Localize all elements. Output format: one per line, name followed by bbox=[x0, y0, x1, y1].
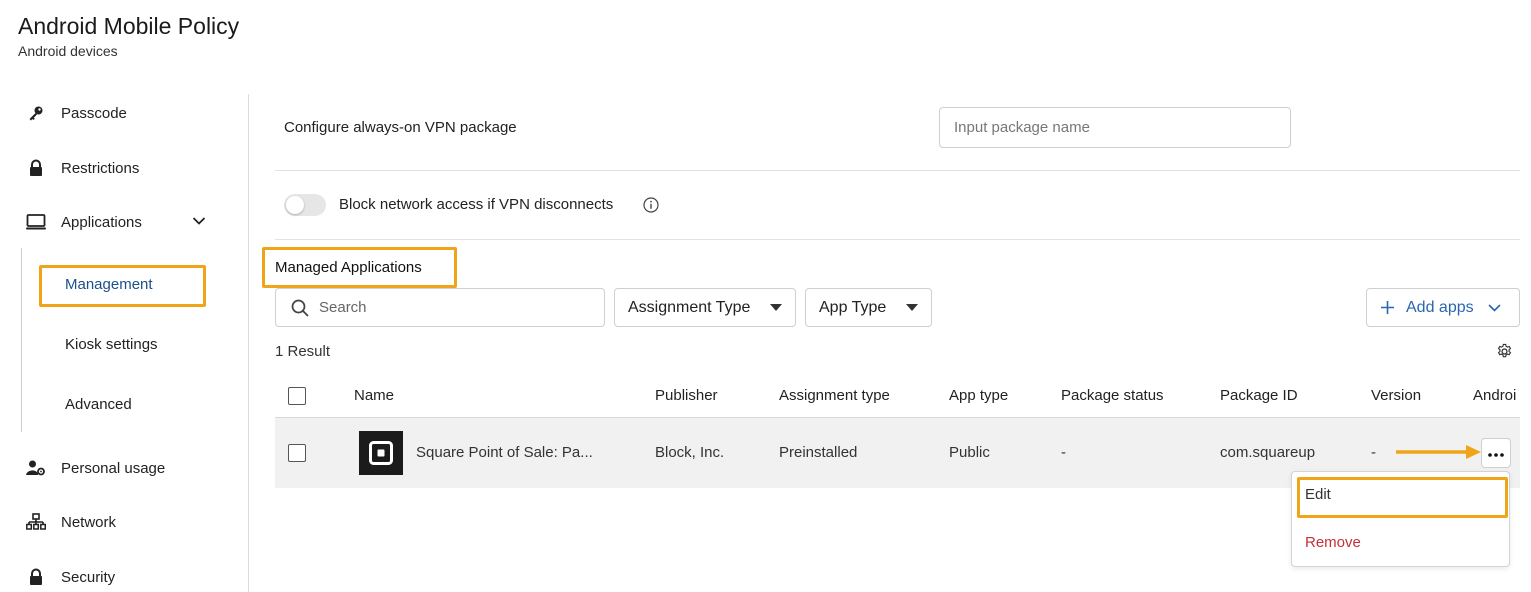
sidebar-item-label: Security bbox=[61, 568, 116, 586]
app-package-id: com.squareup bbox=[1220, 444, 1316, 461]
column-header-name[interactable]: Name bbox=[354, 387, 394, 404]
chevron-down-icon[interactable] bbox=[192, 213, 206, 231]
sidebar-subitem-management[interactable]: Management bbox=[65, 276, 153, 293]
sidebar-item-personal-usage[interactable]: Personal usage bbox=[26, 456, 165, 480]
info-icon[interactable] bbox=[643, 197, 659, 218]
sidebar-item-label: Network bbox=[61, 513, 117, 531]
search-icon bbox=[291, 299, 309, 317]
menu-item-edit[interactable]: Edit bbox=[1305, 486, 1331, 503]
column-header-package-status[interactable]: Package status bbox=[1061, 387, 1164, 404]
column-header-assignment-type[interactable]: Assignment type bbox=[779, 387, 890, 404]
add-apps-button[interactable]: Add apps bbox=[1366, 288, 1520, 327]
submenu-line bbox=[21, 248, 22, 432]
section-title-managed-apps: Managed Applications bbox=[275, 259, 422, 276]
column-header-app-type[interactable]: App type bbox=[949, 387, 1008, 404]
arrow-right-icon bbox=[1396, 444, 1482, 465]
block-network-label: Block network access if VPN disconnects bbox=[339, 196, 614, 213]
sidebar-item-label: Passcode bbox=[61, 104, 127, 122]
sidebar-item-network[interactable]: Network bbox=[26, 510, 116, 534]
sidebar-item-applications[interactable]: Applications bbox=[26, 210, 142, 234]
sidebar-divider bbox=[248, 94, 249, 592]
sidebar-item-label: Personal usage bbox=[61, 459, 166, 477]
menu-item-remove[interactable]: Remove bbox=[1305, 534, 1361, 551]
column-header-publisher[interactable]: Publisher bbox=[655, 387, 718, 404]
column-header-version[interactable]: Version bbox=[1371, 387, 1421, 404]
chevron-down-icon bbox=[1488, 303, 1501, 312]
column-header-android[interactable]: Androi bbox=[1473, 387, 1520, 404]
lock-icon bbox=[26, 158, 46, 178]
add-apps-label: Add apps bbox=[1406, 298, 1474, 316]
sidebar-item-restrictions[interactable]: Restrictions bbox=[26, 156, 139, 180]
assignment-type-filter[interactable]: Assignment Type bbox=[614, 288, 796, 327]
sidebar-item-label: Restrictions bbox=[61, 159, 140, 177]
app-name[interactable]: Square Point of Sale: Pa... bbox=[416, 444, 593, 461]
network-icon bbox=[26, 512, 46, 532]
row-action-menu: Edit Remove bbox=[1291, 471, 1510, 567]
row-checkbox[interactable] bbox=[288, 444, 306, 462]
sidebar-item-security[interactable]: Security bbox=[26, 565, 115, 589]
caret-down-icon bbox=[770, 299, 782, 317]
sidebar-subitem-advanced[interactable]: Advanced bbox=[65, 396, 132, 413]
sidebar-item-passcode[interactable]: Passcode bbox=[26, 101, 127, 125]
key-icon bbox=[26, 103, 46, 123]
select-all-checkbox[interactable] bbox=[288, 387, 306, 405]
divider bbox=[275, 239, 1520, 240]
search-box[interactable] bbox=[275, 288, 605, 327]
app-type: Public bbox=[949, 444, 990, 461]
page-header: Android Mobile Policy Android devices bbox=[18, 12, 239, 59]
monitor-icon bbox=[26, 212, 46, 232]
app-version: - bbox=[1371, 444, 1376, 461]
more-horizontal-icon bbox=[1488, 444, 1504, 462]
result-count: 1 Result bbox=[275, 343, 331, 360]
search-input[interactable] bbox=[319, 299, 579, 316]
user-gear-icon bbox=[26, 458, 46, 478]
dropdown-label: App Type bbox=[819, 298, 887, 316]
sidebar-item-label: Applications bbox=[61, 213, 142, 231]
gear-icon[interactable] bbox=[1496, 343, 1513, 365]
vpn-package-input[interactable] bbox=[939, 107, 1291, 148]
app-type-filter[interactable]: App Type bbox=[805, 288, 932, 327]
toggle-knob bbox=[286, 196, 304, 214]
app-logo-square bbox=[359, 431, 403, 475]
vpn-package-label: Configure always-on VPN package bbox=[284, 119, 517, 136]
dropdown-label: Assignment Type bbox=[628, 298, 751, 316]
column-header-package-id[interactable]: Package ID bbox=[1220, 387, 1298, 404]
row-more-button[interactable] bbox=[1481, 438, 1511, 468]
page-title: Android Mobile Policy bbox=[18, 13, 240, 39]
plus-icon bbox=[1381, 301, 1394, 314]
divider bbox=[275, 170, 1520, 171]
app-assignment-type: Preinstalled bbox=[779, 444, 858, 461]
block-network-toggle[interactable] bbox=[284, 194, 326, 216]
app-package-status: - bbox=[1061, 444, 1066, 461]
sidebar-subitem-kiosk-settings[interactable]: Kiosk settings bbox=[65, 336, 158, 353]
page-subtitle: Android devices bbox=[18, 43, 118, 59]
caret-down-icon bbox=[906, 299, 918, 317]
app-publisher: Block, Inc. bbox=[655, 444, 725, 461]
lock-icon bbox=[26, 567, 46, 587]
